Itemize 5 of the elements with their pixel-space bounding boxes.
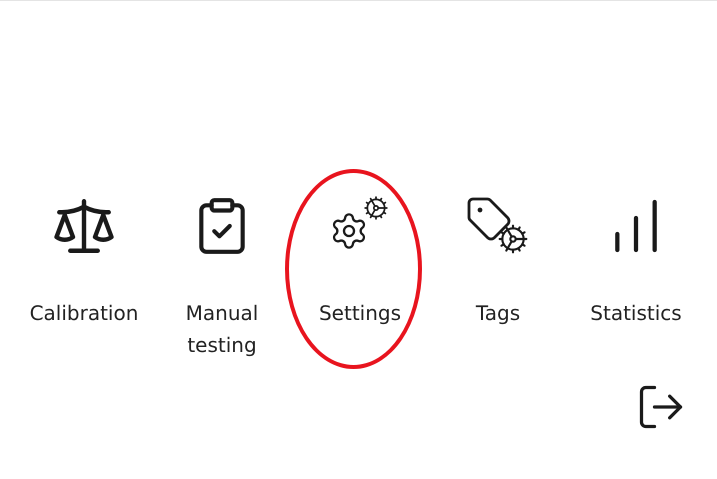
menu-item[interactable]: Manual testing — [153, 191, 291, 361]
menu-item[interactable]: Statistics — [590, 191, 682, 329]
menu-item[interactable]: Calibration — [30, 191, 138, 329]
menu-item[interactable]: Tags — [460, 191, 536, 329]
menu-item[interactable]: Settings — [318, 191, 402, 329]
